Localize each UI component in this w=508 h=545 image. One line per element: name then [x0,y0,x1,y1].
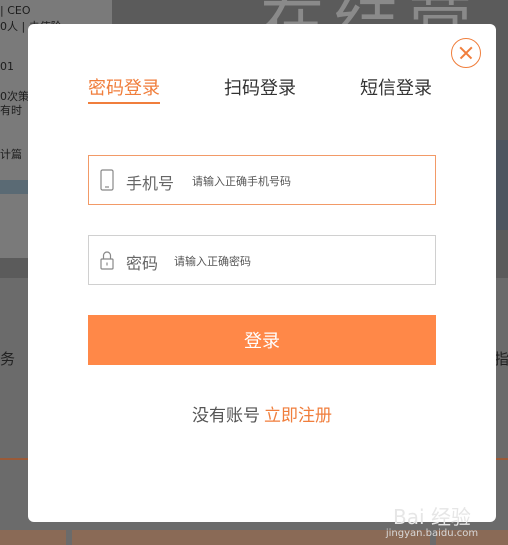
background-text: | CEO [0,4,31,17]
password-field[interactable]: 密码 [88,235,436,285]
background-edge-text-right: 指 [494,350,508,368]
close-icon[interactable] [451,38,481,68]
background-card [72,530,430,545]
background-text: 计篇 [0,148,22,161]
lock-icon [100,251,114,270]
watermark-logo: Bai 经验 [393,505,471,529]
password-input[interactable] [172,250,431,272]
background-edge-text-left: 务 [0,350,16,368]
password-label: 密码 [126,254,159,273]
active-tab-underline [88,102,160,104]
phone-input[interactable] [190,170,429,192]
background-divider [496,458,508,460]
phone-field[interactable]: 手机号 [88,155,436,205]
tab-label: 短信登录 [360,78,432,99]
tab-label: 密码登录 [88,78,160,99]
background-text: 有时 [0,104,22,117]
no-account-text: 没有账号 [192,406,260,426]
phone-label: 手机号 [126,174,175,193]
signup-row: 没有账号 立即注册 [28,401,496,426]
watermark-url: jingyan.baidu.com [385,528,479,539]
login-tabs: 密码登录 扫码登录 短信登录 [88,74,436,108]
background-tag [0,180,30,194]
mobile-phone-icon [100,169,114,191]
background-card [0,530,66,545]
tab-label: 扫码登录 [224,78,296,99]
tab-sms-login[interactable]: 短信登录 [360,74,432,100]
register-link[interactable]: 立即注册 [264,406,332,426]
tab-password-login[interactable]: 密码登录 [88,74,160,104]
baidu-jingyan-watermark: Bai 经验 jingyan.baidu.com [382,506,482,539]
tab-qrcode-login[interactable]: 扫码登录 [224,74,296,100]
background-divider [0,458,28,460]
background-text: 01 [0,60,14,73]
login-button[interactable]: 登录 [88,315,436,365]
login-modal: 密码登录 扫码登录 短信登录 手机号 密码 登录 没有账号立即注册 [28,24,496,522]
